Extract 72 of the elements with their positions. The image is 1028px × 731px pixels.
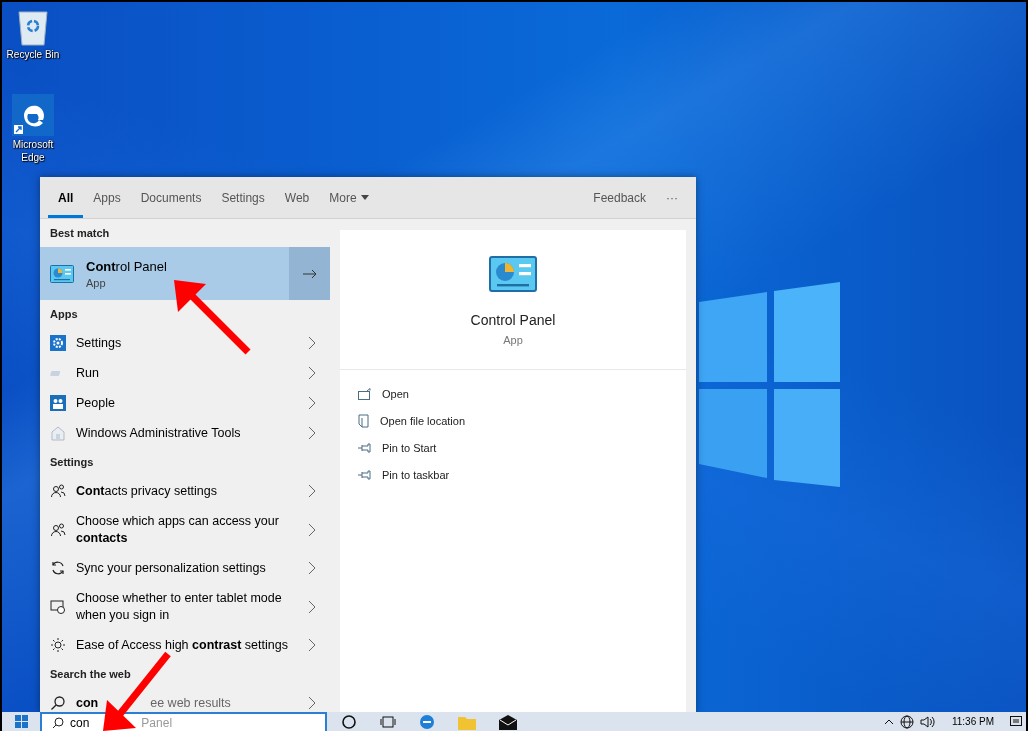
- people-outline-icon: [50, 483, 66, 499]
- chevron-right-icon: [308, 522, 316, 537]
- folder-icon: [358, 413, 370, 428]
- result-item[interactable]: People: [76, 394, 298, 412]
- control-panel-icon: [489, 256, 537, 292]
- action-item[interactable]: Pin to taskbar: [358, 461, 686, 488]
- chevron-right-icon: [308, 599, 316, 614]
- action-item[interactable]: Open: [358, 380, 686, 407]
- circle-icon[interactable]: [341, 713, 357, 730]
- caret-up-icon[interactable]: [883, 718, 894, 725]
- result-item[interactable]: Choose whether to enter tablet mode when you sign in: [76, 589, 298, 624]
- chevron-right-icon: [308, 638, 316, 652]
- arrow-right-icon: [302, 268, 317, 279]
- action-item[interactable]: Open file location: [358, 407, 686, 434]
- preview-subtitle: App: [503, 334, 523, 346]
- tab[interactable]: Web: [274, 177, 320, 218]
- sync-icon: [50, 560, 66, 576]
- section-heading: Settings: [49, 455, 95, 470]
- speaker-icon[interactable]: [919, 714, 936, 729]
- people-icon: [50, 395, 66, 411]
- brightness-icon: [50, 637, 66, 653]
- more-options-button[interactable]: ···: [656, 177, 688, 218]
- notification-icon[interactable]: [1010, 715, 1022, 728]
- result-item[interactable]: Run: [76, 364, 298, 382]
- chevron-right-icon: [308, 561, 316, 575]
- preview-title: Control Panel: [470, 312, 556, 328]
- chevron-right-icon: [308, 336, 316, 350]
- result-type: App: [86, 276, 107, 289]
- search-icon: [52, 716, 64, 729]
- result-item[interactable]: con ee web results: [76, 694, 298, 712]
- result-item[interactable]: Settings: [76, 334, 298, 352]
- chevron-right-icon: [308, 696, 316, 710]
- people-outline-icon: [50, 521, 66, 538]
- section-heading: Apps: [49, 307, 79, 322]
- chevron-right-icon: [308, 396, 316, 410]
- chevron-right-icon: [308, 484, 316, 498]
- tab[interactable]: All: [48, 177, 84, 218]
- recycle-bin-icon: [16, 8, 50, 46]
- result-item[interactable]: Choose which apps can access your contacts: [76, 512, 298, 547]
- result-item[interactable]: Sync your personalization settings: [76, 559, 298, 577]
- open-icon: [358, 387, 372, 400]
- result-item[interactable]: Contacts privacy settings: [76, 482, 298, 500]
- action-item[interactable]: Pin to Start: [358, 434, 686, 461]
- caret-down-icon: [360, 195, 369, 200]
- tab[interactable]: Apps: [83, 177, 131, 218]
- tools-icon: [50, 425, 66, 441]
- section-heading: Best match: [49, 226, 111, 241]
- clock[interactable]: 11:36 PM: [951, 716, 994, 727]
- best-match-item[interactable]: Control Panel App: [40, 247, 330, 300]
- globe-icon[interactable]: [899, 714, 914, 729]
- control-panel-icon: [50, 264, 74, 283]
- tablet-icon: [50, 598, 66, 615]
- section-heading: Search the web: [49, 667, 132, 682]
- desktop-icon-label[interactable]: Microsoft Edge: [2, 138, 64, 164]
- chevron-right-icon: [308, 426, 316, 440]
- result-title: Control Panel: [86, 258, 167, 274]
- result-item[interactable]: Ease of Access high contrast settings: [76, 636, 298, 654]
- tab[interactable]: Documents: [130, 177, 212, 218]
- pin-icon: [358, 442, 372, 453]
- task-view-icon[interactable]: [380, 713, 396, 730]
- search-icon: [50, 695, 66, 711]
- search-field[interactable]: con Panel: [40, 712, 327, 731]
- gear-icon: [50, 335, 66, 351]
- result-item[interactable]: Windows Administrative Tools: [76, 424, 298, 442]
- feedback-link[interactable]: Feedback: [583, 177, 656, 218]
- chevron-right-icon: [308, 366, 316, 380]
- tab[interactable]: Settings: [211, 177, 275, 218]
- desktop-icon-label[interactable]: Recycle Bin: [6, 48, 60, 61]
- tab[interactable]: More: [319, 177, 379, 218]
- pin-icon: [358, 469, 372, 480]
- windows-logo-icon: [14, 715, 28, 728]
- mail-icon[interactable]: [499, 713, 517, 730]
